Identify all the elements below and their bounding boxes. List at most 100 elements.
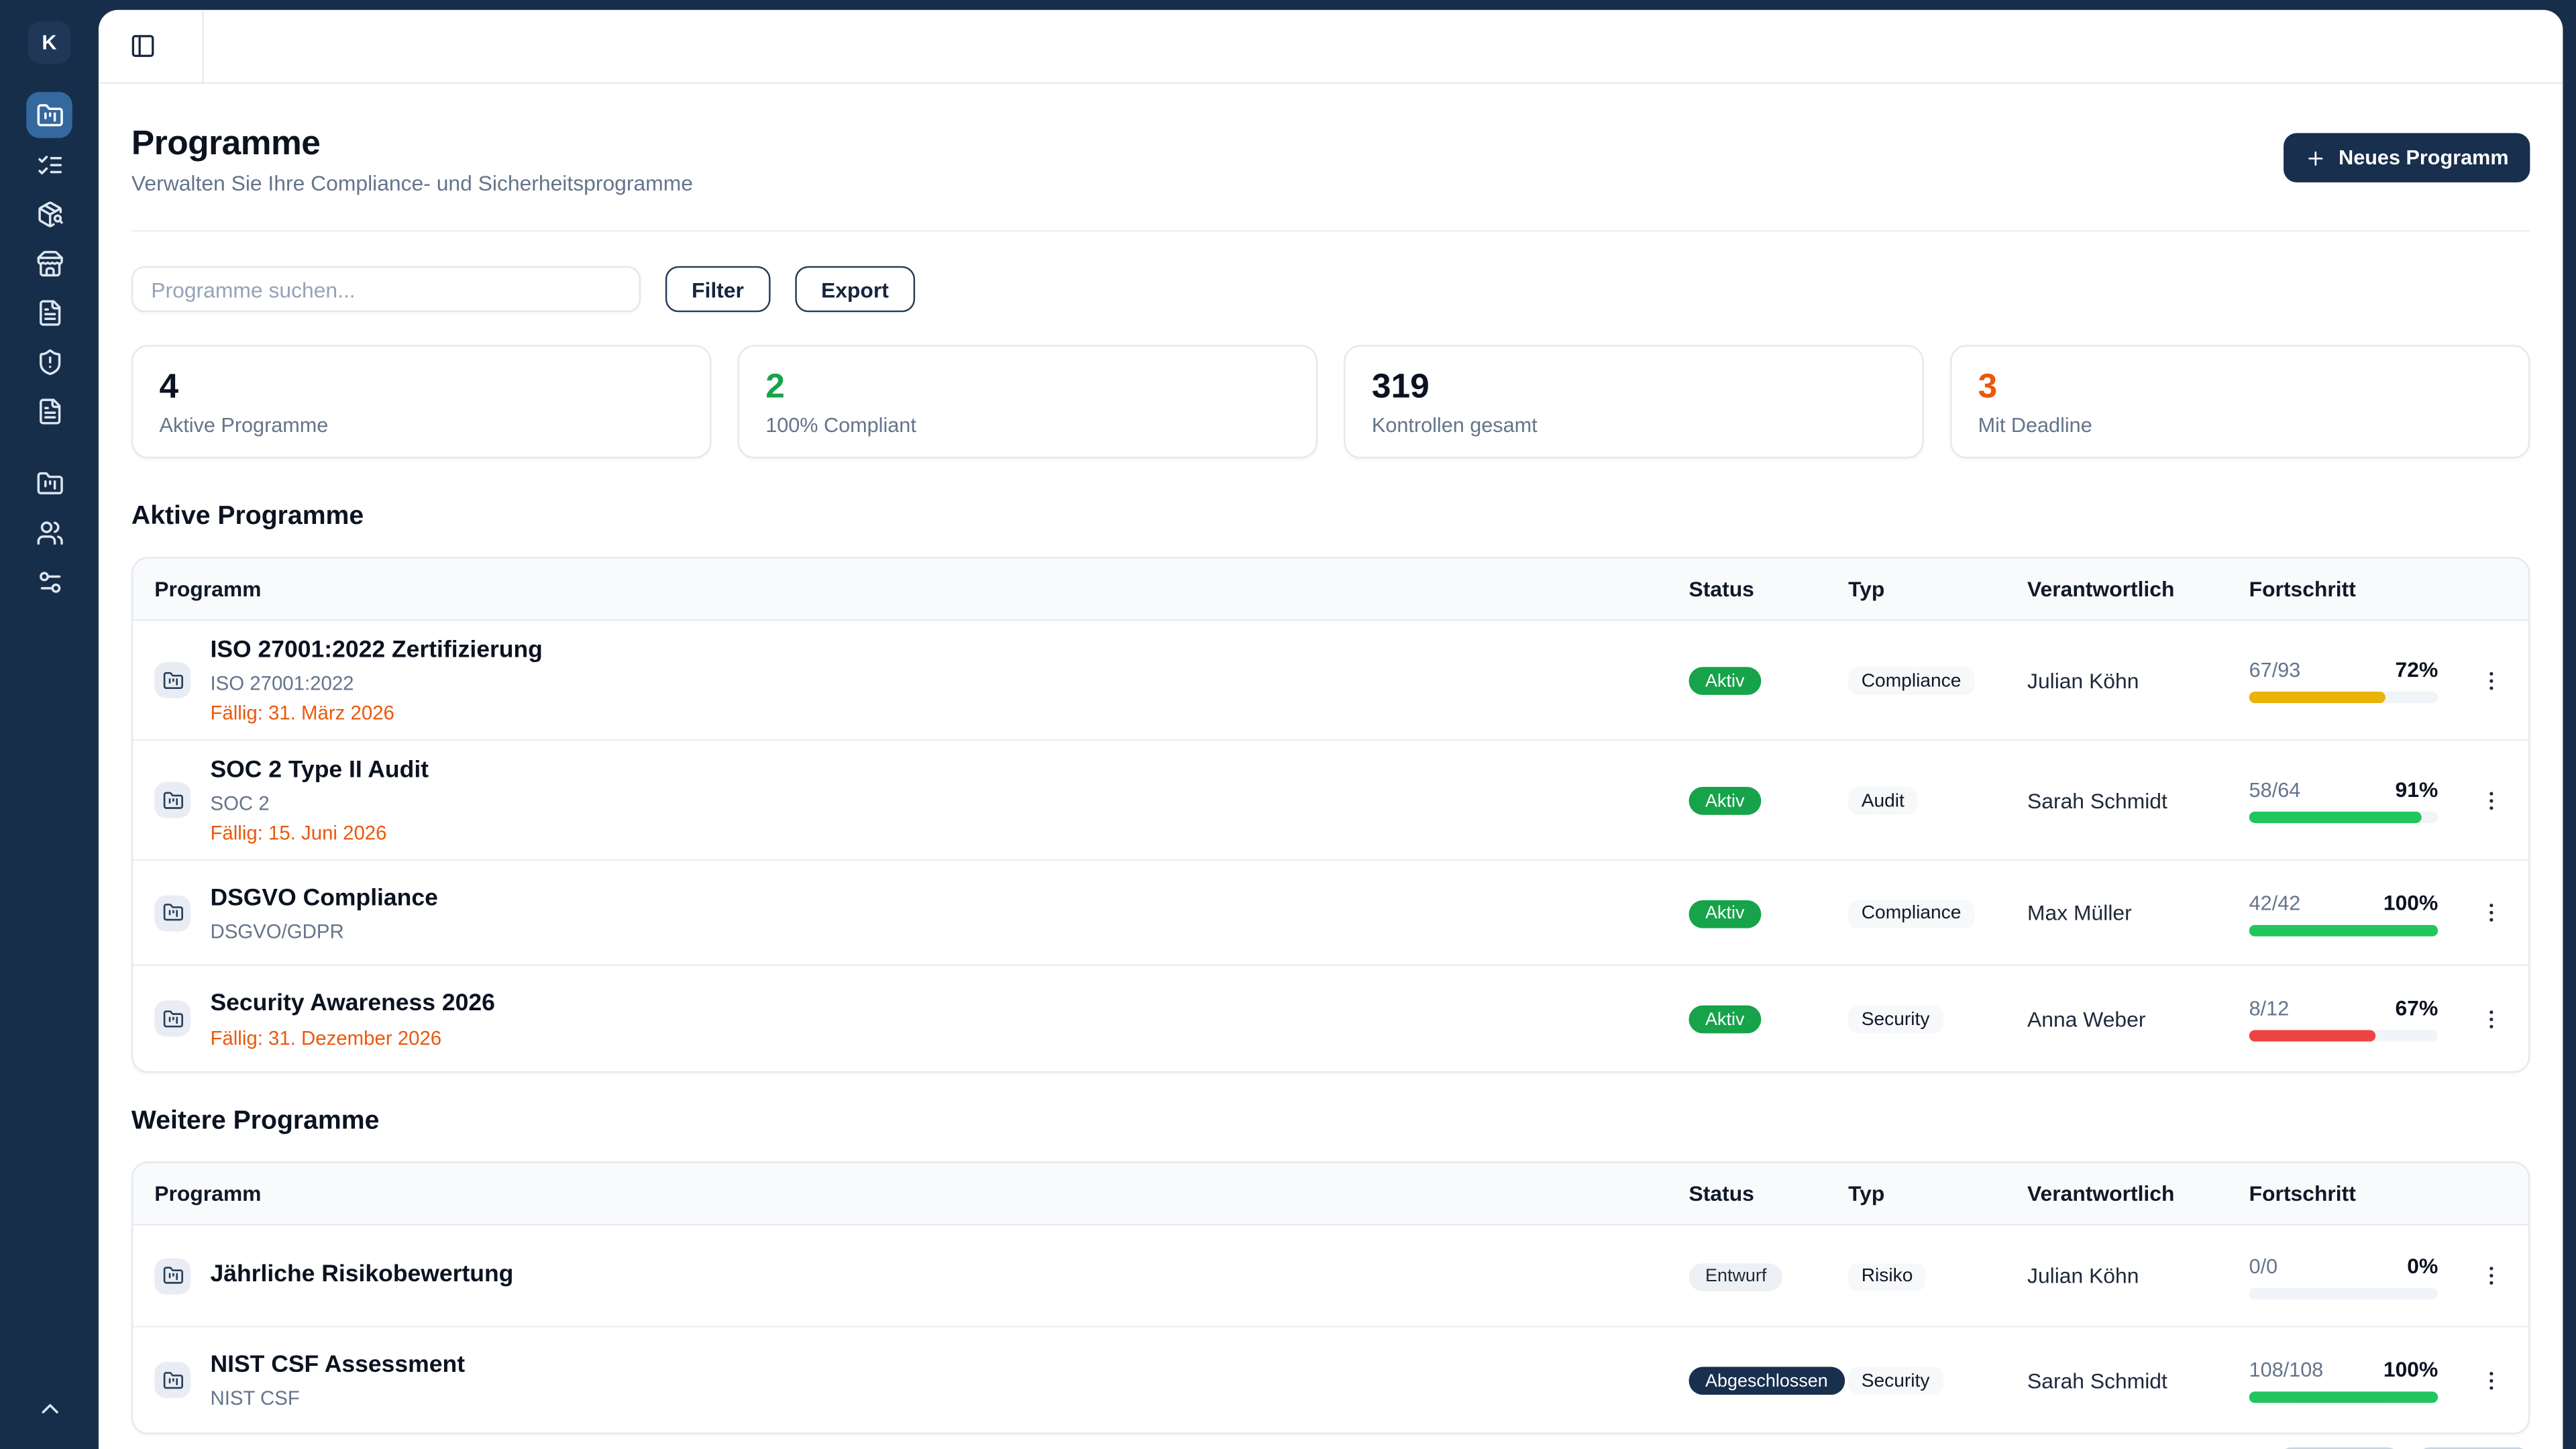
progress-percent: 0% xyxy=(2407,1252,2438,1277)
kebab-menu-icon xyxy=(2479,900,2504,925)
stat-label: Aktive Programme xyxy=(160,413,684,441)
filter-button[interactable]: Filter xyxy=(665,266,770,313)
search-input[interactable] xyxy=(131,266,641,313)
type-badge: Security xyxy=(1848,1367,1943,1395)
stats-row: 4 Aktive Programme 2 100% Compliant 319 … xyxy=(131,345,2530,458)
column-header-type: Typ xyxy=(1848,577,2027,602)
owner-name: Sarah Schmidt xyxy=(2027,788,2249,812)
owner-name: Max Müller xyxy=(2027,900,2249,925)
progress-bar xyxy=(2249,924,2438,936)
row-menu-button[interactable] xyxy=(2471,999,2511,1038)
progress-percent: 67% xyxy=(2396,996,2438,1020)
table-row[interactable]: SOC 2 Type II Audit SOC 2 Fällig: 15. Ju… xyxy=(133,741,2528,861)
program-name: ISO 27001:2022 Zertifizierung xyxy=(210,634,542,668)
app-frame: K xyxy=(0,0,2576,1449)
progress-cell: 67/9372% xyxy=(2249,657,2455,704)
sidebar-item-programme[interactable] xyxy=(26,92,72,138)
row-menu-button[interactable] xyxy=(2471,893,2511,932)
program-text: ISO 27001:2022 Zertifizierung ISO 27001:… xyxy=(210,634,542,726)
progress-bar-fill xyxy=(2249,924,2438,936)
progress-cell: 42/42100% xyxy=(2249,890,2455,936)
file-text-icon xyxy=(36,298,64,326)
other-programs-table: Programm Status Typ Verantwortlich Forts… xyxy=(131,1161,2530,1434)
sidebar-item-vendors[interactable] xyxy=(26,240,72,286)
progress-count: 0/0 xyxy=(2249,1254,2278,1277)
type-badge: Audit xyxy=(1848,788,1917,816)
plus-icon xyxy=(2306,147,2327,168)
program-name: NIST CSF Assessment xyxy=(210,1349,465,1383)
sidebar-item-policies[interactable] xyxy=(26,289,72,335)
table-row[interactable]: NIST CSF Assessment NIST CSF Abgeschloss… xyxy=(133,1328,2528,1433)
kebab-menu-icon xyxy=(2479,1006,2504,1031)
page-title: Programme xyxy=(131,123,693,164)
owner-name: Anna Weber xyxy=(2027,1006,2249,1031)
panel-left-icon xyxy=(129,33,156,59)
page-header-text: Programme Verwalten Sie Ihre Compliance-… xyxy=(131,123,693,199)
page-subtitle: Verwalten Sie Ihre Compliance- und Siche… xyxy=(131,169,693,199)
sidebar-item-reports[interactable] xyxy=(26,388,72,434)
table-header-row: Programm Status Typ Verantwortlich Forts… xyxy=(133,559,2528,621)
column-header-status: Status xyxy=(1689,577,1849,602)
toolbar: Filter Export xyxy=(131,266,2530,313)
type-badge: Compliance xyxy=(1848,900,1974,928)
status-badge: Aktiv xyxy=(1689,667,1761,696)
status-badge: Entwurf xyxy=(1689,1263,1783,1291)
row-menu-button[interactable] xyxy=(2471,1360,2511,1400)
stat-label: Kontrollen gesamt xyxy=(1372,413,1896,441)
sidebar-collapse-button[interactable] xyxy=(26,1385,72,1431)
progress-bar xyxy=(2249,1391,2438,1403)
progress-bar xyxy=(2249,1287,2438,1299)
folder-kanban-icon xyxy=(36,101,64,129)
table-row[interactable]: Jährliche Risikobewertung Entwurf Risiko… xyxy=(133,1226,2528,1328)
section-title-active: Aktive Programme xyxy=(131,501,2530,534)
type-badge: Compliance xyxy=(1848,667,1974,696)
program-framework: DSGVO/GDPR xyxy=(210,918,437,944)
column-header-owner: Verantwortlich xyxy=(2027,1181,2249,1206)
progress-bar-fill xyxy=(2249,1391,2438,1403)
new-program-button[interactable]: Neues Programm xyxy=(2284,133,2530,182)
program-framework: ISO 27001:2022 xyxy=(210,670,542,696)
store-icon xyxy=(36,249,64,277)
topbar-separator xyxy=(202,10,203,83)
progress-bar-fill xyxy=(2249,1030,2376,1042)
folder-kanban-icon xyxy=(154,1362,191,1398)
progress-bar xyxy=(2249,812,2438,823)
sidebar-item-risks[interactable] xyxy=(26,338,72,384)
sidebar-item-settings[interactable] xyxy=(26,559,72,605)
stat-label: 100% Compliant xyxy=(765,413,1289,441)
active-programs-table: Programm Status Typ Verantwortlich Forts… xyxy=(131,557,2530,1073)
table-row[interactable]: Security Awareness 2026 Fällig: 31. Deze… xyxy=(133,966,2528,1071)
type-badge: Security xyxy=(1848,1006,1943,1034)
section-title-other: Weitere Programme xyxy=(131,1106,2530,1138)
folder-kanban-icon xyxy=(154,662,191,698)
progress-bar-fill xyxy=(2249,692,2385,703)
sidebar-item-tasks[interactable] xyxy=(26,142,72,188)
row-menu-button[interactable] xyxy=(2471,1256,2511,1295)
chevron-up-icon xyxy=(36,1394,64,1422)
table-row[interactable]: DSGVO Compliance DSGVO/GDPR Aktiv Compli… xyxy=(133,861,2528,966)
row-menu-button[interactable] xyxy=(2471,780,2511,820)
program-name: SOC 2 Type II Audit xyxy=(210,754,429,788)
program-cell: SOC 2 Type II Audit SOC 2 Fällig: 15. Ju… xyxy=(133,754,1688,846)
progress-count: 108/108 xyxy=(2249,1358,2324,1381)
sidebar-item-team[interactable] xyxy=(26,509,72,555)
progress-bar xyxy=(2249,1030,2438,1042)
progress-cell: 108/108100% xyxy=(2249,1357,2455,1403)
program-due-date: Fällig: 31. März 2026 xyxy=(210,700,542,726)
folder-kanban-icon xyxy=(154,1000,191,1036)
row-menu-button[interactable] xyxy=(2471,660,2511,700)
status-badge: Aktiv xyxy=(1689,788,1761,816)
program-cell: ISO 27001:2022 Zertifizierung ISO 27001:… xyxy=(133,634,1688,726)
table-row[interactable]: ISO 27001:2022 Zertifizierung ISO 27001:… xyxy=(133,621,2528,741)
export-button[interactable]: Export xyxy=(795,266,915,313)
sidebar-item-projects[interactable] xyxy=(26,460,72,506)
sidebar-item-assets[interactable] xyxy=(26,191,72,237)
package-search-icon xyxy=(36,200,64,228)
progress-count: 8/12 xyxy=(2249,998,2290,1020)
column-header-owner: Verantwortlich xyxy=(2027,577,2249,602)
column-header-program: Programm xyxy=(133,577,1688,602)
progress-bar xyxy=(2249,692,2438,703)
settings-icon xyxy=(36,568,64,596)
progress-percent: 72% xyxy=(2396,657,2438,682)
sidebar-toggle-button[interactable] xyxy=(121,25,164,68)
